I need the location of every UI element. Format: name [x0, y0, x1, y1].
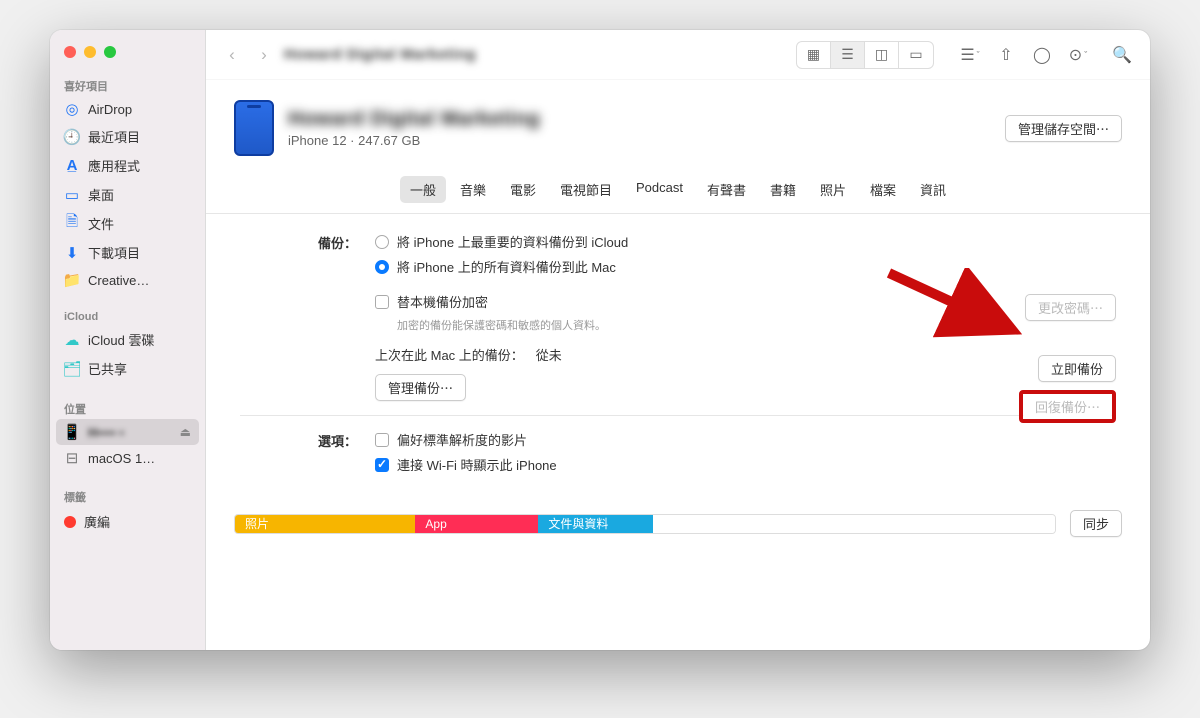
sidebar-item-macos[interactable]: ⊟macOS 1… [50, 445, 205, 471]
share-button[interactable]: ⇧ [992, 42, 1020, 68]
view-list-button[interactable]: ☰ [831, 42, 865, 68]
encrypt-backup-checkbox[interactable]: 替本機備份加密 [375, 292, 1116, 311]
storage-seg-free [653, 515, 1055, 533]
nav-back-button[interactable]: ‹ [220, 41, 244, 69]
sidebar-item-downloads[interactable]: ⬇下載項目 [50, 238, 205, 267]
encrypt-hint: 加密的備份能保護密碼和敏感的個人資料。 [397, 317, 1116, 333]
airdrop-icon: ◎ [64, 101, 80, 117]
storage-seg-app: App [415, 515, 538, 533]
actions-button[interactable]: ⊙ ˇ [1064, 42, 1092, 68]
search-button[interactable]: 🔍 [1108, 42, 1136, 68]
tab-movies[interactable]: 電影 [500, 176, 546, 203]
restore-backup-highlight: 回復備份⋯ [1019, 390, 1116, 423]
backup-now-button[interactable]: 立即備份 [1038, 355, 1116, 382]
desktop-icon: ▭ [64, 187, 80, 203]
tag-red-icon [64, 516, 76, 528]
wifi-sync-checkbox[interactable]: 連接 Wi-Fi 時顯示此 iPhone [375, 455, 1116, 474]
tab-general[interactable]: 一般 [400, 176, 446, 203]
last-backup-row: 上次在此 Mac 上的備份：從未 [375, 345, 1116, 364]
tab-podcast[interactable]: Podcast [626, 176, 693, 203]
sidebar-item-documents[interactable]: 🗎文件 [50, 209, 205, 238]
tab-info[interactable]: 資訊 [910, 176, 956, 203]
sidebar-tag-item[interactable]: 廣編 [50, 507, 205, 536]
disk-icon: ⊟ [64, 450, 80, 466]
sidebar-item-iphone[interactable]: 📱H▪▪▪▪ ▪⏏ [56, 419, 199, 445]
storage-seg-photos: 照片 [235, 515, 415, 533]
maximize-icon[interactable] [104, 46, 116, 58]
shared-folder-icon: 🗂 [64, 361, 80, 377]
phone-icon: 📱 [64, 424, 80, 440]
minimize-icon[interactable] [84, 46, 96, 58]
eject-icon[interactable]: ⏏ [180, 425, 191, 439]
view-icons-button[interactable]: ▦ [797, 42, 831, 68]
sidebar-item-creative[interactable]: 📁Creative… [50, 267, 205, 293]
device-tabs: 一般 音樂 電影 電視節目 Podcast 有聲書 書籍 照片 檔案 資訊 [206, 170, 1150, 214]
tab-tv[interactable]: 電視節目 [550, 176, 622, 203]
sidebar-item-icloud-drive[interactable]: ☁iCloud 雲碟 [50, 325, 205, 354]
radio-checked-icon [375, 260, 389, 274]
close-icon[interactable] [64, 46, 76, 58]
storage-seg-docs: 文件與資料 [538, 515, 653, 533]
backup-mac-option[interactable]: 將 iPhone 上的所有資料備份到此 Mac [375, 257, 1116, 276]
sidebar-locations-header: 位置 [50, 393, 205, 419]
sidebar-icloud-header: iCloud [50, 303, 205, 325]
storage-bar: 照片 App 文件與資料 [234, 514, 1056, 534]
main-pane: ‹ › Howard Digital Marketing ▦ ☰ ◫ ▭ ☰ ˇ… [206, 30, 1150, 650]
sidebar-tags-header: 標籤 [50, 481, 205, 507]
window-title: Howard Digital Marketing [284, 46, 476, 63]
view-gallery-button[interactable]: ▭ [899, 42, 933, 68]
group-by-button[interactable]: ☰ ˇ [956, 42, 984, 68]
sidebar-item-recents[interactable]: 🕘最近項目 [50, 122, 205, 151]
toolbar: ‹ › Howard Digital Marketing ▦ ☰ ◫ ▭ ☰ ˇ… [206, 30, 1150, 80]
sync-button[interactable]: 同步 [1070, 510, 1122, 537]
checkbox-checked-icon [375, 458, 389, 472]
sidebar-favorites-header: 喜好項目 [50, 70, 205, 96]
manage-backups-button[interactable]: 管理備份⋯ [375, 374, 466, 401]
prefer-sd-checkbox[interactable]: 偏好標準解析度的影片 [375, 430, 1116, 449]
view-columns-button[interactable]: ◫ [865, 42, 899, 68]
clock-icon: 🕘 [64, 129, 80, 145]
sidebar-item-airdrop[interactable]: ◎AirDrop [50, 96, 205, 122]
document-icon: 🗎 [64, 216, 80, 232]
divider [240, 415, 1116, 416]
sidebar-item-applications[interactable]: A̲應用程式 [50, 151, 205, 180]
folder-icon: 📁 [64, 272, 80, 288]
sidebar-item-shared[interactable]: 🗂已共享 [50, 354, 205, 383]
device-phone-icon [234, 100, 274, 156]
manage-storage-button[interactable]: 管理儲存空間⋯ [1005, 115, 1122, 142]
sidebar: 喜好項目 ◎AirDrop 🕘最近項目 A̲應用程式 ▭桌面 🗎文件 ⬇下載項目… [50, 30, 206, 650]
nav-forward-button[interactable]: › [252, 41, 276, 69]
tags-button[interactable]: ◯ [1028, 42, 1056, 68]
cloud-icon: ☁ [64, 332, 80, 348]
restore-backup-button[interactable]: 回復備份⋯ [1023, 394, 1112, 419]
tab-books[interactable]: 書籍 [760, 176, 806, 203]
radio-icon [375, 235, 389, 249]
options-section-label: 選項： [240, 430, 375, 480]
tab-music[interactable]: 音樂 [450, 176, 496, 203]
finder-window: 喜好項目 ◎AirDrop 🕘最近項目 A̲應用程式 ▭桌面 🗎文件 ⬇下載項目… [50, 30, 1150, 650]
backup-section-label: 備份： [240, 232, 375, 401]
checkbox-icon [375, 295, 389, 309]
storage-bar-row: 照片 App 文件與資料 同步 [206, 510, 1150, 555]
apps-icon: A̲ [64, 158, 80, 174]
downloads-icon: ⬇ [64, 245, 80, 261]
tab-files[interactable]: 檔案 [860, 176, 906, 203]
sidebar-item-desktop[interactable]: ▭桌面 [50, 180, 205, 209]
device-subtitle: iPhone 12 · 247.67 GB [288, 133, 540, 148]
backup-icloud-option[interactable]: 將 iPhone 上最重要的資料備份到 iCloud [375, 232, 1116, 251]
tab-audiobooks[interactable]: 有聲書 [697, 176, 756, 203]
change-password-button: 更改密碼⋯ [1025, 294, 1116, 321]
checkbox-icon [375, 433, 389, 447]
view-mode-group: ▦ ☰ ◫ ▭ [796, 41, 934, 69]
content-area: 備份： 將 iPhone 上最重要的資料備份到 iCloud 將 iPhone … [206, 214, 1150, 490]
device-name: Howard Digital Marketing [288, 108, 540, 131]
traffic-lights [50, 30, 205, 70]
tab-photos[interactable]: 照片 [810, 176, 856, 203]
device-header: Howard Digital Marketing iPhone 12 · 247… [206, 80, 1150, 170]
